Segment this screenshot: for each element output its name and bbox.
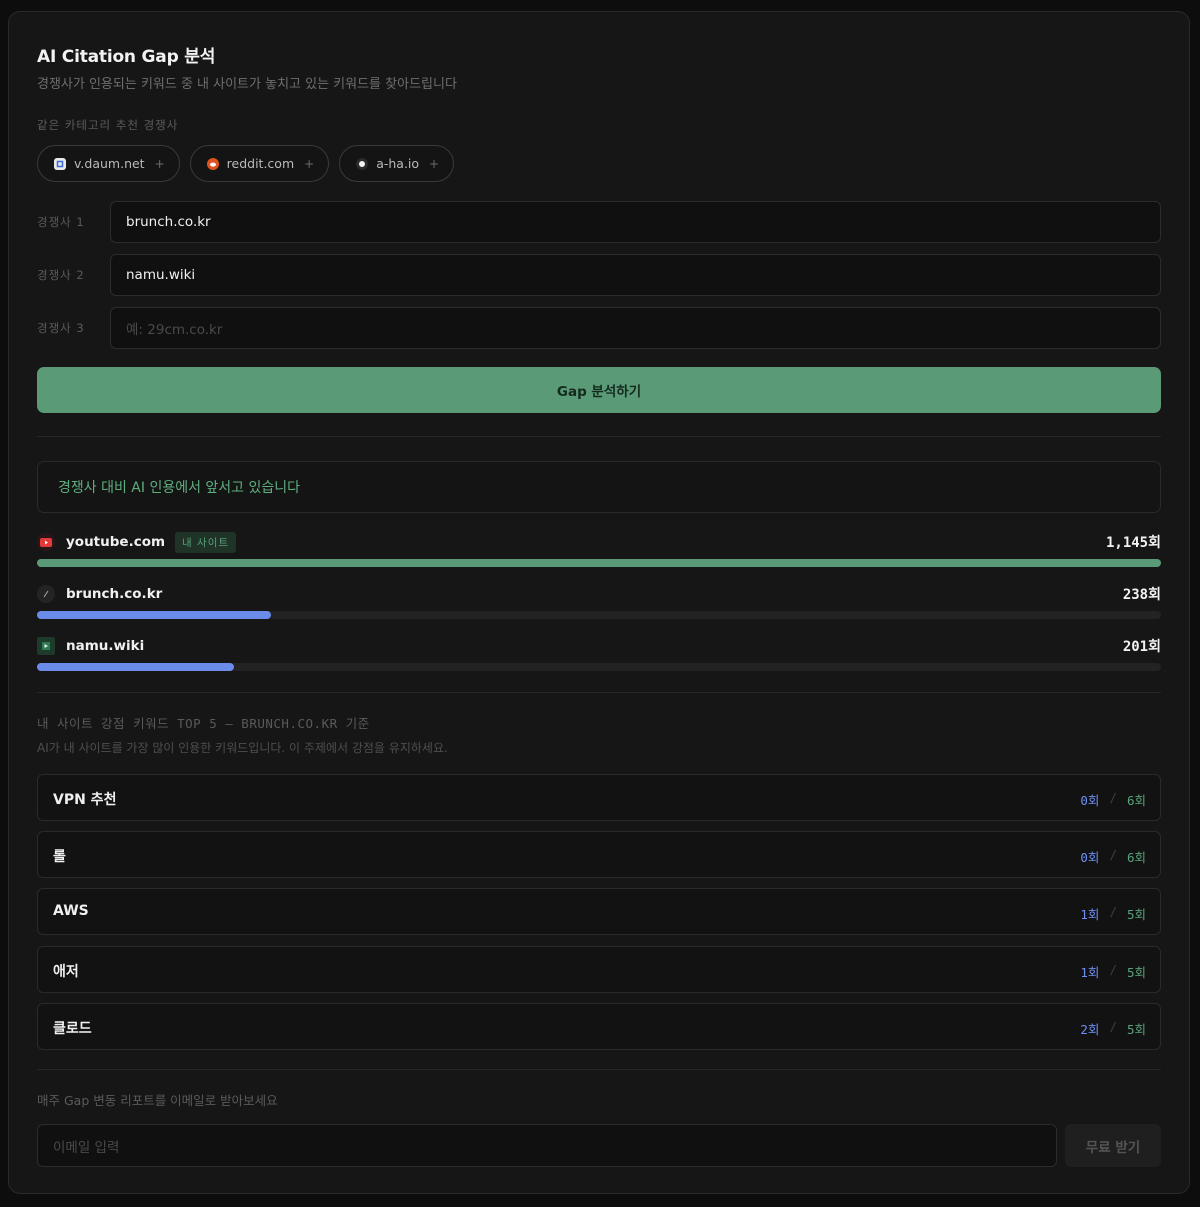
namu-favicon-icon: [37, 637, 55, 655]
page-subtitle: 경쟁사가 인용되는 키워드 중 내 사이트가 놓치고 있는 키워드를 찾아드립니…: [37, 77, 457, 92]
keyword-name: 롤: [53, 849, 66, 865]
aha-favicon-icon: [356, 157, 369, 170]
citation-bar-track: [37, 559, 1161, 567]
plus-icon: +: [429, 156, 440, 171]
brunch-favicon-icon: [37, 585, 55, 603]
chip-label: v.daum.net: [74, 156, 145, 171]
chip-v-daum-net[interactable]: v.daum.net +: [37, 145, 180, 182]
divider: [37, 1069, 1161, 1070]
citation-bar-fill: [37, 663, 235, 671]
keyword-my-count: 0회: [1080, 850, 1100, 865]
citation-count: 201회: [1122, 639, 1161, 655]
keyword-my-count: 1회: [1080, 907, 1100, 922]
citation-domain: brunch.co.kr: [66, 586, 163, 602]
keyword-name: VPN 추천: [53, 792, 117, 808]
keyword-competitor-count: 6회: [1126, 850, 1146, 865]
email-input[interactable]: 이메일 입력: [37, 1124, 1057, 1167]
keyword-separator: /: [1109, 904, 1117, 919]
citation-bar-fill: [37, 559, 1161, 567]
citation-domain: youtube.com: [66, 534, 166, 550]
chip-a-ha-io[interactable]: a-ha.io +: [339, 145, 455, 182]
suggest-chips: v.daum.net + reddit.com + a-ha.io +: [37, 145, 455, 182]
daum-favicon-icon: [54, 157, 66, 170]
keyword-separator: /: [1109, 790, 1117, 805]
keyword-row[interactable]: 클로드 2회 / 5회: [37, 1003, 1161, 1050]
result-banner: 경쟁사 대비 AI 인용에서 앞서고 있습니다: [37, 461, 1161, 513]
keyword-separator: /: [1109, 962, 1117, 977]
competitor-input-1[interactable]: brunch.co.kr: [110, 201, 1161, 243]
keyword-separator: /: [1109, 1019, 1117, 1034]
youtube-favicon-icon: [37, 533, 55, 551]
competitor-input-2[interactable]: namu.wiki: [110, 254, 1161, 296]
keyword-row[interactable]: 롤 0회 / 6회: [37, 831, 1161, 878]
keyword-my-count: 1회: [1080, 965, 1100, 980]
keyword-competitor-count: 6회: [1126, 793, 1146, 808]
citation-bar-track: [37, 663, 1161, 671]
chip-label: reddit.com: [226, 156, 295, 171]
competitor-input-3[interactable]: 예: 29cm.co.kr: [110, 307, 1161, 349]
keyword-competitor-count: 5회: [1126, 907, 1146, 922]
competitor-label-2: 경쟁사 2: [37, 268, 85, 282]
keyword-competitor-count: 5회: [1126, 1022, 1146, 1037]
divider: [37, 692, 1161, 693]
keyword-separator: /: [1109, 847, 1117, 862]
citation-bar-fill: [37, 611, 271, 619]
my-site-badge: 내 사이트: [175, 531, 237, 553]
free-subscribe-button[interactable]: 무료 받기: [1065, 1124, 1161, 1167]
citation-bar-track: [37, 611, 1161, 619]
divider: [37, 436, 1161, 437]
plus-icon: +: [304, 156, 315, 171]
email-label: 매주 Gap 변동 리포트를 이메일로 받아보세요: [37, 1093, 278, 1108]
gap-analyze-button[interactable]: Gap 분석하기: [37, 367, 1161, 413]
keyword-competitor-count: 5회: [1126, 965, 1146, 980]
strength-title: 내 사이트 강점 키워드 TOP 5 — BRUNCH.CO.KR 기준: [37, 716, 370, 731]
plus-icon: +: [154, 156, 165, 171]
reddit-favicon-icon: [206, 157, 219, 170]
citation-count: 1,145회: [1105, 535, 1161, 551]
gap-analysis-card: AI Citation Gap 분석 경쟁사가 인용되는 키워드 중 내 사이트…: [8, 11, 1190, 1194]
keyword-name: 클로드: [53, 1021, 92, 1037]
keyword-row[interactable]: AWS 1회 / 5회: [37, 888, 1161, 935]
competitor-row-2: 경쟁사 2 namu.wiki: [37, 254, 1161, 296]
chip-label: a-ha.io: [376, 156, 420, 171]
keyword-my-count: 0회: [1080, 793, 1100, 808]
suggest-label: 같은 카테고리 추천 경쟁사: [37, 118, 179, 132]
keyword-my-count: 2회: [1080, 1022, 1100, 1037]
competitor-row-1: 경쟁사 1 brunch.co.kr: [37, 201, 1161, 243]
competitor-row-3: 경쟁사 3 예: 29cm.co.kr: [37, 307, 1161, 349]
keyword-row[interactable]: VPN 추천 0회 / 6회: [37, 774, 1161, 821]
citation-domain: namu.wiki: [66, 638, 145, 654]
keyword-row[interactable]: 애저 1회 / 5회: [37, 946, 1161, 993]
page-title: AI Citation Gap 분석: [37, 47, 216, 67]
competitor-label-3: 경쟁사 3: [37, 321, 85, 335]
keyword-name: AWS: [53, 903, 89, 919]
keyword-name: 애저: [53, 964, 79, 980]
citation-count: 238회: [1122, 587, 1161, 603]
chip-reddit-com[interactable]: reddit.com +: [189, 145, 330, 182]
competitor-label-1: 경쟁사 1: [37, 215, 85, 229]
strength-desc: AI가 내 사이트를 가장 많이 인용한 키워드입니다. 이 주제에서 강점을 …: [37, 741, 448, 755]
